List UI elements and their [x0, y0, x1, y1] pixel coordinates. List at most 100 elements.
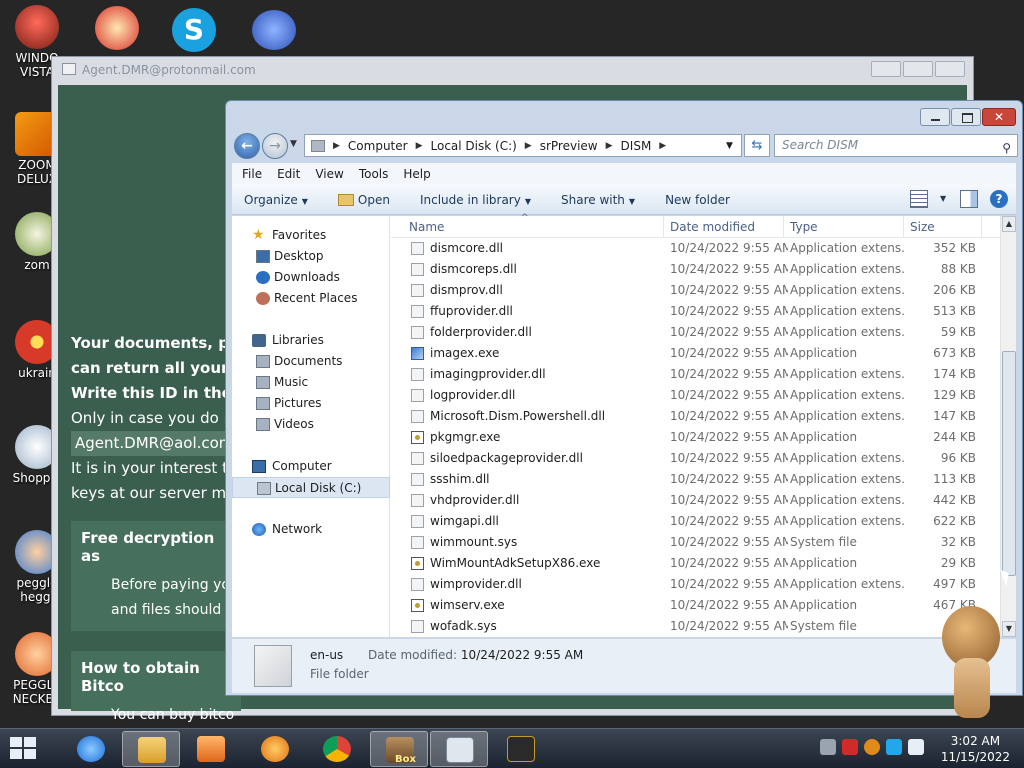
nav-documents[interactable]: Documents	[232, 351, 390, 372]
column-date[interactable]: Date modified	[670, 220, 755, 234]
maximize-button[interactable]	[903, 61, 933, 77]
nav-network[interactable]: Network	[232, 519, 390, 540]
breadcrumb-srpreview[interactable]: srPreview	[540, 139, 598, 153]
address-bar[interactable]: ▶ Computer ▶ Local Disk (C:) ▶ srPreview…	[304, 134, 742, 157]
taskbar-internet-explorer[interactable]	[62, 731, 120, 767]
file-row[interactable]: wimgapi.dll 10/24/2022 9:55 AM Application…	[391, 511, 1000, 532]
include-in-library-button[interactable]: Include in library ▼	[420, 193, 531, 207]
taskbar-media-player[interactable]	[182, 731, 240, 767]
column-divider[interactable]	[903, 216, 904, 238]
orbit-icon[interactable]	[252, 10, 296, 50]
start-button[interactable]	[10, 737, 38, 761]
file-row[interactable]: ffuprovider.dll 10/24/2022 9:55 AM Applica…	[391, 301, 1000, 322]
scroll-thumb[interactable]	[1002, 351, 1016, 576]
column-size[interactable]: Size	[910, 220, 935, 234]
chevron-right-icon[interactable]: ▶	[606, 141, 613, 151]
file-row[interactable]: Microsoft.Dism.Powershell.dll 10/24/2022 …	[391, 406, 1000, 427]
file-row[interactable]: wimprovider.dll 10/24/2022 9:55 AM Applica…	[391, 574, 1000, 595]
chevron-right-icon[interactable]: ▶	[333, 141, 340, 151]
skype-icon[interactable]: S	[172, 8, 216, 52]
nav-computer[interactable]: Computer	[232, 456, 390, 477]
menu-edit[interactable]: Edit	[277, 167, 300, 181]
file-row[interactable]: ssshim.dll 10/24/2022 9:55 AM Application …	[391, 469, 1000, 490]
file-row[interactable]: dismcore.dll 10/24/2022 9:55 AM Applicatio…	[391, 238, 1000, 259]
column-name[interactable]: Name	[409, 220, 444, 234]
file-row[interactable]: imagingprovider.dll 10/24/2022 9:55 AM App…	[391, 364, 1000, 385]
address-dropdown-icon[interactable]: ▼	[726, 141, 733, 151]
file-row[interactable]: pkgmgr.exe 10/24/2022 9:55 AM Application 2…	[391, 427, 1000, 448]
tray-volume-icon[interactable]	[908, 739, 924, 755]
column-type[interactable]: Type	[790, 220, 818, 234]
nav-desktop[interactable]: Desktop	[232, 246, 390, 267]
menu-view[interactable]: View	[315, 167, 343, 181]
forward-button[interactable]: →	[262, 133, 288, 159]
file-row[interactable]: folderprovider.dll 10/24/2022 9:55 AM Appl…	[391, 322, 1000, 343]
chevron-right-icon[interactable]: ▶	[525, 141, 532, 151]
nav-downloads[interactable]: Downloads	[232, 267, 390, 288]
file-row[interactable]: wimserv.exe 10/24/2022 9:55 AM Application…	[391, 595, 1000, 616]
open-button[interactable]: Open	[337, 193, 390, 207]
nav-music[interactable]: Music	[232, 372, 390, 393]
menu-file[interactable]: File	[242, 167, 262, 181]
tray-display-icon[interactable]	[886, 739, 902, 755]
taskbar-clock[interactable]: 3:02 AM 11/15/2022	[941, 733, 1010, 765]
taskbar-installer-app[interactable]	[492, 731, 550, 767]
minimize-button[interactable]	[920, 108, 950, 126]
chevron-right-icon[interactable]: ▶	[659, 141, 666, 151]
column-divider[interactable]	[663, 216, 664, 238]
close-button[interactable]	[935, 61, 965, 77]
view-dropdown-icon[interactable]: ▼	[940, 190, 948, 208]
nav-recent-places[interactable]: Recent Places	[232, 288, 390, 309]
taskbar-chrome[interactable]	[308, 731, 366, 767]
preview-pane-icon[interactable]	[960, 190, 978, 208]
nav-local-disk[interactable]: Local Disk (C:)	[232, 477, 390, 498]
taskbar-file-explorer[interactable]	[122, 731, 180, 767]
change-view-icon[interactable]	[910, 190, 928, 208]
nav-favorites[interactable]: ★ Favorites	[232, 225, 390, 246]
tray-app-icon[interactable]	[820, 739, 836, 755]
search-input[interactable]: Search DISM ⚲	[774, 134, 1018, 157]
breadcrumb-computer[interactable]: Computer	[348, 139, 408, 153]
column-divider[interactable]	[783, 216, 784, 238]
column-divider[interactable]	[981, 216, 982, 238]
explorer-titlebar[interactable]: ✕	[226, 101, 1022, 131]
scroll-up-button[interactable]: ▲	[1002, 216, 1016, 232]
ransom-email[interactable]: Agent.DMR@aol.com	[71, 431, 238, 456]
tray-search-icon[interactable]	[864, 739, 880, 755]
taskbar-box-app[interactable]: Box	[370, 731, 428, 767]
search-icon[interactable]: ⚲	[1002, 138, 1011, 159]
nav-videos[interactable]: Videos	[232, 414, 390, 435]
file-row[interactable]: logprovider.dll 10/24/2022 9:55 AM Applica…	[391, 385, 1000, 406]
tray-antivirus-icon[interactable]	[842, 739, 858, 755]
menu-help[interactable]: Help	[403, 167, 430, 181]
maximize-button[interactable]	[951, 108, 981, 126]
breadcrumb-dism[interactable]: DISM	[621, 139, 652, 153]
minimize-button[interactable]	[871, 61, 901, 77]
recent-pages-dropdown-icon[interactable]: ▼	[290, 139, 297, 149]
refresh-button[interactable]: ⇆	[744, 134, 770, 157]
desktop-assistant-character[interactable]	[922, 598, 1017, 728]
close-button[interactable]: ✕	[982, 108, 1016, 126]
email-box[interactable]: Agent.DMR@aol.com	[71, 431, 238, 456]
menu-tools[interactable]: Tools	[359, 167, 389, 181]
breadcrumb-local-disk[interactable]: Local Disk (C:)	[431, 139, 517, 153]
file-row[interactable]: wofadk.sys10/24/2022 9:55 AMSystem file1	[391, 616, 1000, 637]
file-row[interactable]: dismprov.dll 10/24/2022 9:55 AM Applicatio…	[391, 280, 1000, 301]
taskbar-window-app[interactable]	[430, 731, 488, 767]
organize-button[interactable]: Organize ▼	[244, 193, 308, 207]
chevron-right-icon[interactable]: ▶	[416, 141, 423, 151]
file-row[interactable]: dismcoreps.dll 10/24/2022 9:55 AM Applicat…	[391, 259, 1000, 280]
nav-libraries[interactable]: Libraries	[232, 330, 390, 351]
file-row[interactable]: vhdprovider.dll 10/24/2022 9:55 AM Applica…	[391, 490, 1000, 511]
share-with-button[interactable]: Share with ▼	[561, 193, 635, 207]
help-icon[interactable]: ?	[990, 190, 1008, 208]
file-row[interactable]: wimmount.sys 10/24/2022 9:55 AM System fil…	[391, 532, 1000, 553]
nav-pictures[interactable]: Pictures	[232, 393, 390, 414]
new-folder-button[interactable]: New folder	[665, 193, 730, 207]
taskbar-uc-browser[interactable]	[246, 731, 304, 767]
file-row[interactable]: siloedpackageprovider.dll 10/24/2022 9:55…	[391, 448, 1000, 469]
back-button[interactable]: ←	[234, 133, 260, 159]
desktop-icon-peggle-top[interactable]	[95, 6, 139, 50]
file-row[interactable]: imagex.exe 10/24/2022 9:55 AM Application 6…	[391, 343, 1000, 364]
file-row[interactable]: WimMountAdkSetupX86.exe 10/24/2022 9:55 A…	[391, 553, 1000, 574]
